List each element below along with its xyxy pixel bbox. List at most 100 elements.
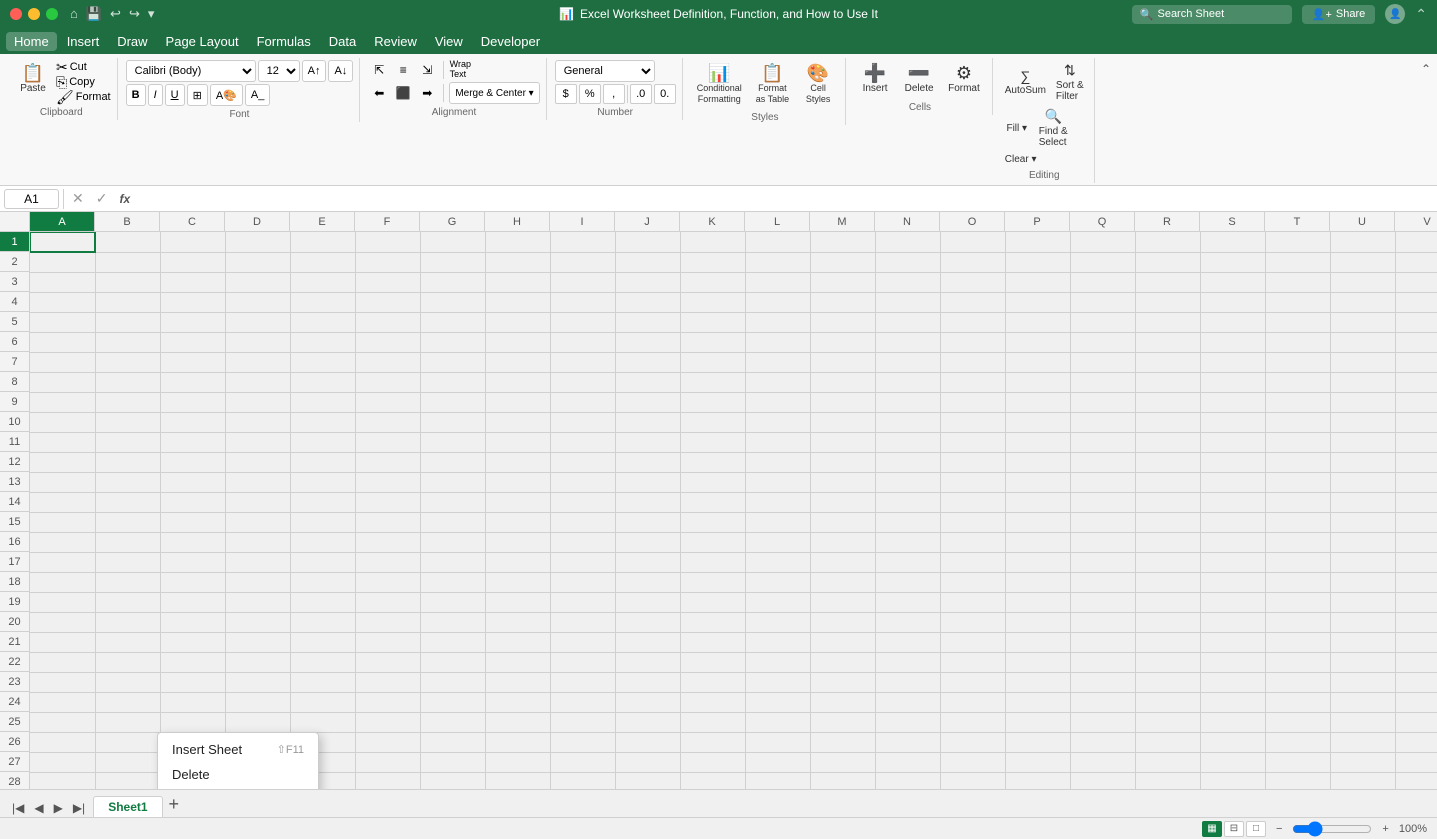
cell-M22[interactable] <box>810 652 875 672</box>
cell-E8[interactable] <box>290 372 355 392</box>
cell-R8[interactable] <box>1135 372 1200 392</box>
cell-R5[interactable] <box>1135 312 1200 332</box>
cell-O26[interactable] <box>940 732 1005 752</box>
cell-M4[interactable] <box>810 292 875 312</box>
cell-G9[interactable] <box>420 392 485 412</box>
cell-U15[interactable] <box>1330 512 1395 532</box>
cell-O27[interactable] <box>940 752 1005 772</box>
cell-J22[interactable] <box>615 652 680 672</box>
cell-C8[interactable] <box>160 372 225 392</box>
cell-O28[interactable] <box>940 772 1005 789</box>
cell-U19[interactable] <box>1330 592 1395 612</box>
cell-T9[interactable] <box>1265 392 1330 412</box>
col-header-g[interactable]: G <box>420 212 485 231</box>
cell-J16[interactable] <box>615 532 680 552</box>
cell-F20[interactable] <box>355 612 420 632</box>
cell-G19[interactable] <box>420 592 485 612</box>
cell-A2[interactable] <box>30 252 95 272</box>
cell-R12[interactable] <box>1135 452 1200 472</box>
cell-U28[interactable] <box>1330 772 1395 789</box>
row-num-11[interactable]: 11 <box>0 432 29 452</box>
cell-A14[interactable] <box>30 492 95 512</box>
cell-V28[interactable] <box>1395 772 1437 789</box>
cell-E2[interactable] <box>290 252 355 272</box>
cell-Q26[interactable] <box>1070 732 1135 752</box>
cell-U23[interactable] <box>1330 672 1395 692</box>
cell-A24[interactable] <box>30 692 95 712</box>
cell-R14[interactable] <box>1135 492 1200 512</box>
cell-P8[interactable] <box>1005 372 1070 392</box>
cell-V18[interactable] <box>1395 572 1437 592</box>
cell-O18[interactable] <box>940 572 1005 592</box>
cell-K9[interactable] <box>680 392 745 412</box>
cell-M6[interactable] <box>810 332 875 352</box>
cell-H4[interactable] <box>485 292 550 312</box>
cell-A20[interactable] <box>30 612 95 632</box>
cell-P7[interactable] <box>1005 352 1070 372</box>
cell-I22[interactable] <box>550 652 615 672</box>
cell-G10[interactable] <box>420 412 485 432</box>
cell-J7[interactable] <box>615 352 680 372</box>
cell-C25[interactable] <box>160 712 225 732</box>
bold-button[interactable]: B <box>126 84 146 106</box>
cell-B25[interactable] <box>95 712 160 732</box>
cell-M8[interactable] <box>810 372 875 392</box>
cell-A11[interactable] <box>30 432 95 452</box>
cell-K11[interactable] <box>680 432 745 452</box>
percent-button[interactable]: % <box>579 84 601 104</box>
cell-P11[interactable] <box>1005 432 1070 452</box>
cell-F24[interactable] <box>355 692 420 712</box>
cell-O21[interactable] <box>940 632 1005 652</box>
cell-J18[interactable] <box>615 572 680 592</box>
italic-button[interactable]: I <box>148 84 163 106</box>
share-button[interactable]: 👤+ Share <box>1302 5 1375 24</box>
cell-B6[interactable] <box>95 332 160 352</box>
cell-P2[interactable] <box>1005 252 1070 272</box>
cell-N12[interactable] <box>875 452 940 472</box>
ctx-insert-sheet[interactable]: Insert Sheet ⇧F11 <box>158 737 318 762</box>
cell-O4[interactable] <box>940 292 1005 312</box>
cell-L12[interactable] <box>745 452 810 472</box>
cell-S22[interactable] <box>1200 652 1265 672</box>
cell-N15[interactable] <box>875 512 940 532</box>
cell-Q3[interactable] <box>1070 272 1135 292</box>
cell-U21[interactable] <box>1330 632 1395 652</box>
cell-I5[interactable] <box>550 312 615 332</box>
cancel-formula-button[interactable]: ✕ <box>68 190 88 207</box>
cell-B17[interactable] <box>95 552 160 572</box>
search-bar[interactable]: 🔍 Search Sheet <box>1132 5 1292 24</box>
cell-V19[interactable] <box>1395 592 1437 612</box>
cell-M12[interactable] <box>810 452 875 472</box>
cell-I17[interactable] <box>550 552 615 572</box>
cell-J3[interactable] <box>615 272 680 292</box>
cell-K18[interactable] <box>680 572 745 592</box>
cell-I26[interactable] <box>550 732 615 752</box>
cell-K8[interactable] <box>680 372 745 392</box>
cell-H20[interactable] <box>485 612 550 632</box>
cell-I15[interactable] <box>550 512 615 532</box>
cell-Q15[interactable] <box>1070 512 1135 532</box>
cell-T6[interactable] <box>1265 332 1330 352</box>
cell-C4[interactable] <box>160 292 225 312</box>
cell-D4[interactable] <box>225 292 290 312</box>
home-icon[interactable]: ⌂ <box>70 6 78 22</box>
cell-O2[interactable] <box>940 252 1005 272</box>
cell-S18[interactable] <box>1200 572 1265 592</box>
cell-V12[interactable] <box>1395 452 1437 472</box>
cell-A18[interactable] <box>30 572 95 592</box>
cell-R27[interactable] <box>1135 752 1200 772</box>
cell-G17[interactable] <box>420 552 485 572</box>
cell-S6[interactable] <box>1200 332 1265 352</box>
cell-S7[interactable] <box>1200 352 1265 372</box>
cell-G14[interactable] <box>420 492 485 512</box>
cell-V5[interactable] <box>1395 312 1437 332</box>
cell-H21[interactable] <box>485 632 550 652</box>
cell-R26[interactable] <box>1135 732 1200 752</box>
cell-O6[interactable] <box>940 332 1005 352</box>
close-button[interactable] <box>10 8 22 20</box>
cell-V11[interactable] <box>1395 432 1437 452</box>
cell-H6[interactable] <box>485 332 550 352</box>
cell-R17[interactable] <box>1135 552 1200 572</box>
cell-T11[interactable] <box>1265 432 1330 452</box>
row-num-6[interactable]: 6 <box>0 332 29 352</box>
